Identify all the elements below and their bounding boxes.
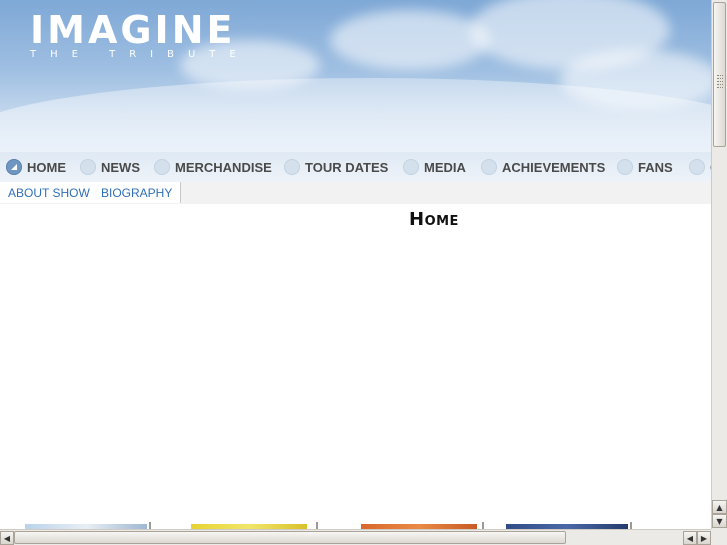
nav-label: MERCHANDISE xyxy=(175,159,272,175)
nav-label: NEWS xyxy=(101,159,140,175)
nav-item-merchandise[interactable]: MERCHANDISE xyxy=(154,157,272,177)
vertical-scroll-thumb[interactable] xyxy=(713,2,726,147)
nav-item-achievements[interactable]: ACHIEVEMENTS xyxy=(481,157,605,177)
divider xyxy=(149,522,151,529)
page-title: Home xyxy=(409,209,459,230)
site-header: IMAGINE THE TRIBUTE xyxy=(0,0,711,156)
page-viewport: IMAGINE THE TRIBUTE HOME NEWS MERCHANDIS… xyxy=(0,0,711,529)
divider xyxy=(316,522,318,529)
circle-icon xyxy=(689,159,705,175)
arrow-right-icon[interactable]: ▶ xyxy=(697,531,711,545)
arrow-up-icon[interactable]: ▲ xyxy=(712,500,727,514)
play-icon xyxy=(6,159,22,175)
vertical-scrollbar[interactable]: ▲ ▼ xyxy=(711,0,727,529)
nav-item-news[interactable]: NEWS xyxy=(80,157,140,177)
nav-label: TOUR DATES xyxy=(305,159,389,175)
horizontal-scrollbar[interactable]: ◀ ◀ ▶ xyxy=(0,529,711,545)
arrow-down-icon[interactable]: ▼ xyxy=(712,514,727,528)
circle-icon xyxy=(481,159,497,175)
arrow-left-icon[interactable]: ◀ xyxy=(683,531,697,545)
nav-item-truncated[interactable]: C xyxy=(689,157,711,177)
circle-icon xyxy=(403,159,419,175)
nav-label: FANS xyxy=(638,159,673,175)
nav-item-home[interactable]: HOME xyxy=(6,157,66,177)
logo-subtitle: THE TRIBUTE xyxy=(30,49,250,60)
divider xyxy=(482,522,484,529)
circle-icon xyxy=(154,159,170,175)
main-nav: HOME NEWS MERCHANDISE TOUR DATES MEDIA A… xyxy=(0,152,711,182)
nav-label: ACHIEVEMENTS xyxy=(502,159,606,175)
circle-icon xyxy=(284,159,300,175)
subnav-about-show[interactable]: ABOUT SHOW xyxy=(0,182,99,203)
arrow-left-icon[interactable]: ◀ xyxy=(0,531,14,545)
sub-nav: ABOUT SHOW BIOGRAPHY xyxy=(0,182,711,204)
horizontal-scroll-thumb[interactable] xyxy=(14,531,566,544)
nav-item-tour-dates[interactable]: TOUR DATES xyxy=(284,157,388,177)
nav-item-media[interactable]: MEDIA xyxy=(403,157,466,177)
logo-title[interactable]: IMAGINE xyxy=(30,8,235,52)
header-swoosh xyxy=(0,78,711,156)
nav-item-fans[interactable]: FANS xyxy=(617,157,673,177)
circle-icon xyxy=(617,159,633,175)
subnav-biography[interactable]: BIOGRAPHY xyxy=(93,182,182,203)
circle-icon xyxy=(80,159,96,175)
nav-label: HOME xyxy=(27,159,66,175)
scrollbar-corner xyxy=(711,529,727,545)
divider xyxy=(630,522,632,529)
nav-label: MEDIA xyxy=(424,159,466,175)
